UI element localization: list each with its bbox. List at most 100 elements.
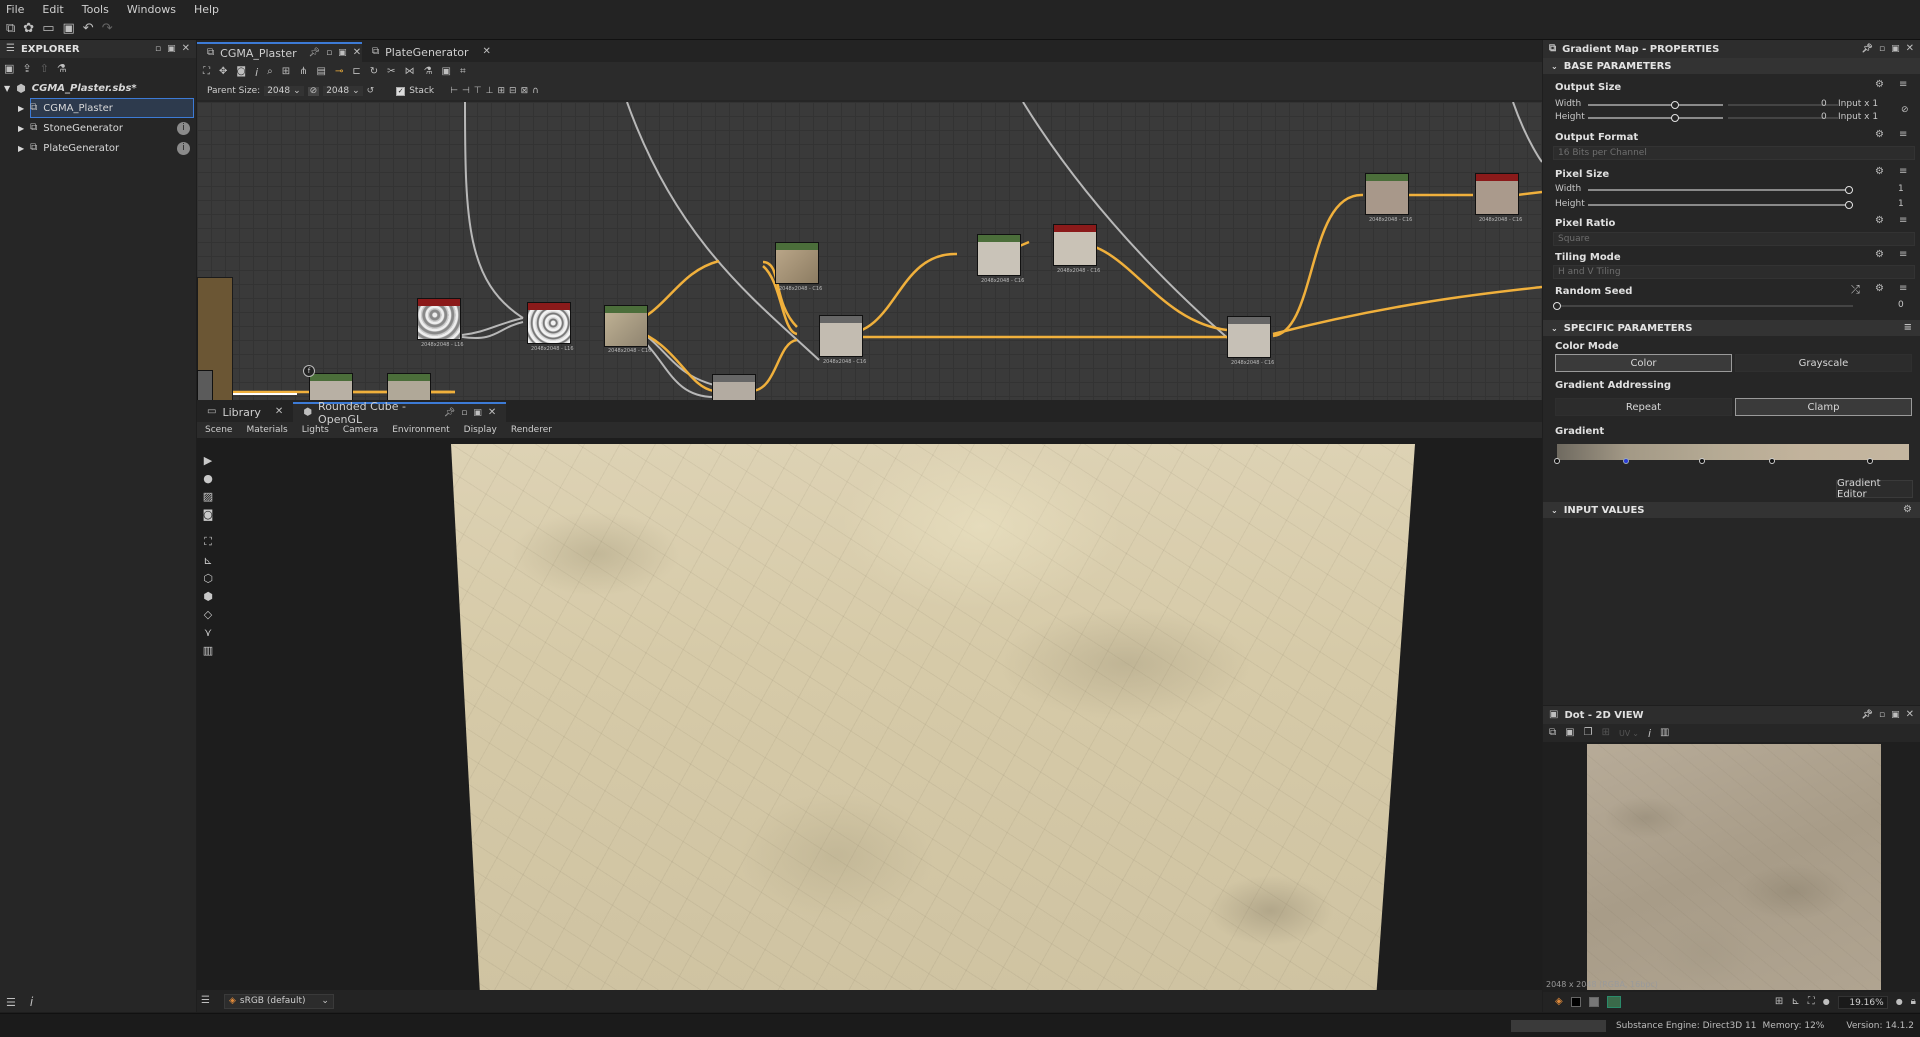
slider-knob[interactable] (1845, 201, 1853, 209)
tab-library[interactable]: ▭ Library ✕ (197, 402, 293, 422)
dot-icon[interactable]: ● (1823, 998, 1830, 1006)
menu-help[interactable]: Help (194, 3, 219, 16)
magnet-icon[interactable]: ∩ (532, 86, 539, 96)
maximize-icon[interactable]: ▣ (167, 44, 176, 54)
dot-icon[interactable]: ● (1896, 998, 1903, 1006)
specific-parameters-section[interactable]: ⌄ SPECIFIC PARAMETERS ≡ (1543, 320, 1920, 336)
pixel-ratio-select[interactable]: Square (1553, 232, 1915, 246)
function-icon[interactable]: ⚙ (1875, 216, 1884, 226)
partial-node-bottom[interactable] (197, 370, 213, 400)
float-icon[interactable]: ▫ (1879, 44, 1885, 54)
menu-icon[interactable]: ≡ (1899, 130, 1907, 140)
shuffle-icon[interactable]: ⤮ (1851, 284, 1860, 295)
light-icon[interactable]: ● (200, 470, 216, 486)
align-left-icon[interactable]: ⊢ (450, 86, 458, 96)
save-package-icon[interactable]: ▣ (4, 63, 14, 74)
close-icon[interactable]: ✕ (1906, 710, 1914, 720)
gradient-stop[interactable] (1867, 458, 1873, 464)
tab-3d-view[interactable]: ⬢ Rounded Cube - OpenGL 📌︎ ▫ ▣ ✕ (293, 400, 507, 426)
menu-lights[interactable]: Lights (302, 425, 329, 435)
tree-icon[interactable]: ☰ (6, 997, 16, 1008)
slider-knob[interactable] (1553, 302, 1561, 310)
align-icon[interactable]: ⊏ (352, 67, 360, 77)
layers-icon[interactable]: ◈ (1555, 997, 1563, 1007)
distribute-icon[interactable]: ⊥ (486, 86, 494, 96)
undo-icon[interactable]: ↶ (83, 22, 94, 35)
gizmo-icon[interactable]: ⋎ (200, 624, 216, 640)
publish-icon[interactable]: ⇧ (40, 63, 49, 74)
node-blend-1[interactable] (819, 315, 863, 357)
tiling-mode-select[interactable]: H and V Tiling (1553, 265, 1915, 279)
distribute-h-icon[interactable]: ⊞ (497, 86, 505, 96)
size2-select[interactable]: 2048 ⌄ (323, 86, 363, 96)
menu-icon[interactable]: ≡ (1904, 323, 1912, 333)
redo-icon[interactable]: ↷ (102, 22, 113, 35)
node-gradient-map[interactable] (604, 305, 648, 347)
align-icon[interactable]: ⊾ (1791, 997, 1799, 1007)
new-substance-icon[interactable]: ✿ (23, 22, 34, 35)
close-icon[interactable]: ✕ (353, 48, 361, 58)
fit-view-icon[interactable]: ⛶ (1808, 997, 1815, 1007)
tiling-icon[interactable]: ⊞ (1602, 728, 1610, 738)
function-icon[interactable]: ⚙ (1875, 250, 1884, 260)
info-italic-icon[interactable]: i (255, 67, 258, 78)
screenshot-icon[interactable]: ◙ (200, 506, 216, 522)
node-hsl-small[interactable] (387, 373, 431, 400)
save-icon[interactable]: ▣ (63, 22, 75, 35)
align-center-icon[interactable]: ⊣ (462, 86, 470, 96)
maximize-icon[interactable]: ▣ (1891, 710, 1900, 720)
width-slider[interactable] (1588, 101, 1723, 109)
pixel-width-slider[interactable] (1588, 186, 1853, 194)
parent-size-select[interactable]: 2048 ⌄ (264, 86, 304, 96)
share-icon[interactable]: ⋈ (405, 67, 415, 77)
histogram-icon[interactable]: ▥ (1660, 728, 1669, 738)
collapse-arrow-icon[interactable]: ▶ (18, 104, 24, 113)
fit-icon[interactable]: ⧉ (1549, 728, 1556, 738)
maximize-icon[interactable]: ▣ (338, 48, 347, 58)
clean-icon[interactable]: ⚗ (57, 63, 67, 74)
zoom-field[interactable]: 19.16% (1837, 995, 1888, 1009)
input-values-section[interactable]: ⌄ INPUT VALUES ⚙ (1543, 502, 1920, 518)
export-icon[interactable]: ⇪ (22, 63, 31, 74)
new-graph-icon[interactable]: ⧉ (6, 22, 15, 35)
maximize-icon[interactable]: ▣ (473, 408, 482, 418)
menu-icon[interactable]: ≡ (1899, 216, 1907, 226)
tab-plategenerator[interactable]: ⧉ PlateGenerator ✕ (362, 42, 501, 62)
info-italic-icon[interactable]: i (1648, 728, 1651, 739)
close-icon[interactable]: ✕ (182, 44, 190, 54)
float-icon[interactable]: ▫ (155, 44, 161, 54)
node-hsl-3[interactable] (1365, 173, 1409, 215)
pin-icon[interactable]: 📌︎ (309, 48, 320, 58)
gradient-stop-selected[interactable] (1623, 458, 1629, 464)
gradient-stop[interactable] (1554, 458, 1560, 464)
gradient-editor-button[interactable]: Gradient Editor (1836, 478, 1913, 500)
tree-item-stonegenerator[interactable]: ▶ ⧉ StoneGenerator i (0, 118, 196, 138)
stack-checkbox[interactable]: ✓ (396, 86, 406, 96)
node-blend-2[interactable] (1227, 316, 1271, 358)
menu-renderer[interactable]: Renderer (511, 425, 552, 435)
menu-tools[interactable]: Tools (82, 3, 109, 16)
addressing-clamp-button[interactable]: Clamp (1735, 398, 1912, 416)
collapse-arrow-icon[interactable]: ▶ (18, 144, 24, 153)
node-safe-transform-2[interactable] (1475, 173, 1519, 215)
graph-canvas[interactable]: f 2048x2048 - L16 2048x2048 - L16 2048x2… (197, 102, 1542, 400)
expand-chevron-icon[interactable]: ▼ (4, 84, 10, 93)
save-icon[interactable]: ▣ (1565, 728, 1574, 738)
tree-item-cgma-plaster[interactable]: ▶ ⧉ CGMA_Plaster (0, 98, 196, 118)
video-camera-icon[interactable]: ▶ (200, 452, 216, 468)
stats-icon[interactable]: ▥ (200, 642, 216, 658)
pin-icon[interactable]: 📌︎ (1862, 44, 1873, 54)
package-row[interactable]: ▼ ⬢ CGMA_Plaster.sbs* (0, 78, 196, 98)
search-icon[interactable]: ⌕ (267, 67, 273, 77)
slider-knob[interactable] (1671, 101, 1679, 109)
gradient-stop[interactable] (1699, 458, 1705, 464)
info-icon[interactable]: i (177, 141, 190, 155)
grid-icon[interactable]: ⊞ (1775, 997, 1783, 1007)
colorspace-select[interactable]: ◈ sRGB (default) ⌄ (223, 993, 334, 1009)
frame-node-icon[interactable]: ▤ (317, 67, 326, 77)
menu-camera[interactable]: Camera (343, 425, 378, 435)
gradient-stop[interactable] (1769, 458, 1775, 464)
close-icon[interactable]: ✕ (483, 47, 491, 57)
node-hsl-1[interactable] (775, 242, 819, 284)
open-folder-icon[interactable]: ▭ (42, 22, 54, 35)
